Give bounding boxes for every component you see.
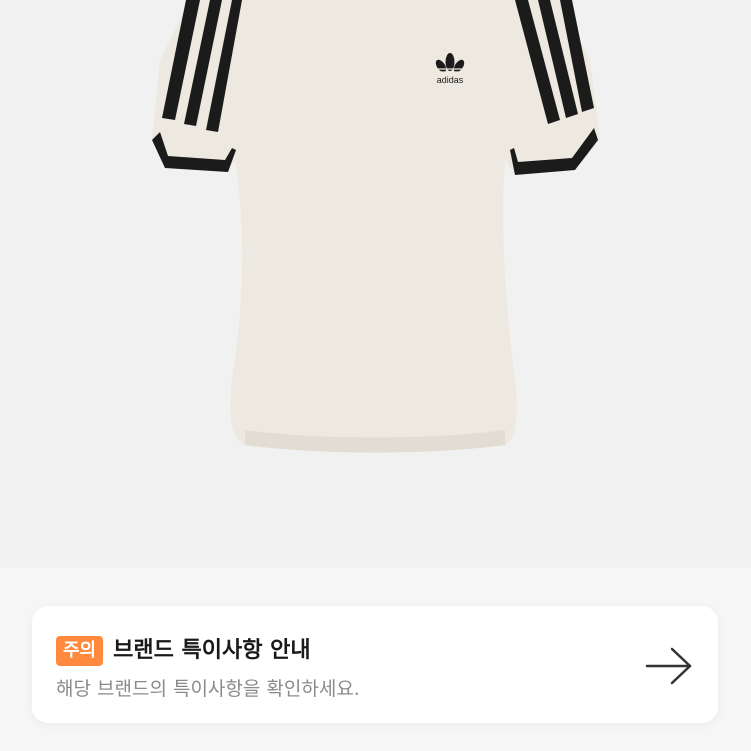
tshirt-illustration: adidas	[152, 0, 600, 453]
notice-title: 브랜드 특이사항 안내	[113, 638, 311, 663]
notice-description: 해당 브랜드의 특이사항을 확인하세요.	[56, 678, 360, 700]
product-image: adidas	[0, 0, 751, 568]
warning-badge: 주의	[56, 636, 104, 666]
arrow-right-icon[interactable]	[644, 646, 694, 686]
logo-text: adidas	[437, 75, 464, 85]
notice-title-row: 주의 브랜드 특이사항 안내	[56, 636, 311, 666]
brand-notice-card[interactable]: 주의 브랜드 특이사항 안내 해당 브랜드의 특이사항을 확인하세요.	[32, 606, 718, 723]
